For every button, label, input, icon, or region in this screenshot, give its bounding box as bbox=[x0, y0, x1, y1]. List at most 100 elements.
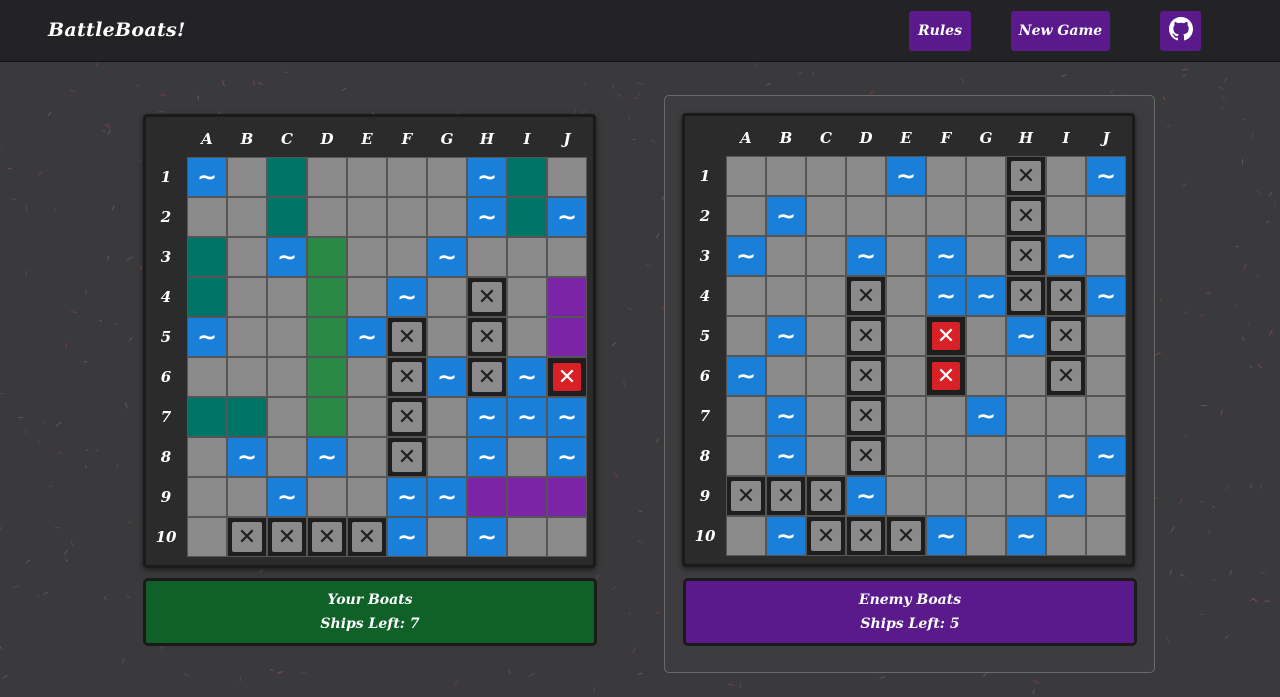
enemy-cell-i5[interactable]: ✕ bbox=[1046, 316, 1086, 356]
enemy-cell-f5[interactable]: ✕ bbox=[926, 316, 966, 356]
enemy-cell-h4[interactable]: ✕ bbox=[1006, 276, 1046, 316]
enemy-cell-h5[interactable]: ~ bbox=[1006, 316, 1046, 356]
enemy-cell-f9[interactable] bbox=[926, 476, 966, 516]
enemy-cell-j3[interactable] bbox=[1086, 236, 1126, 276]
enemy-cell-a9[interactable]: ✕ bbox=[726, 476, 766, 516]
enemy-cell-c5[interactable] bbox=[806, 316, 846, 356]
enemy-cell-d4[interactable]: ✕ bbox=[846, 276, 886, 316]
enemy-cell-c10[interactable]: ✕ bbox=[806, 516, 846, 556]
enemy-cell-e5[interactable] bbox=[886, 316, 926, 356]
enemy-cell-c9[interactable]: ✕ bbox=[806, 476, 846, 516]
enemy-cell-d3[interactable]: ~ bbox=[846, 236, 886, 276]
enemy-cell-b2[interactable]: ~ bbox=[766, 196, 806, 236]
enemy-cell-j9[interactable] bbox=[1086, 476, 1126, 516]
enemy-cell-b7[interactable]: ~ bbox=[766, 396, 806, 436]
enemy-cell-f6[interactable]: ✕ bbox=[926, 356, 966, 396]
enemy-cell-d10[interactable]: ✕ bbox=[846, 516, 886, 556]
enemy-cell-c3[interactable] bbox=[806, 236, 846, 276]
enemy-cell-b8[interactable]: ~ bbox=[766, 436, 806, 476]
enemy-cell-i4[interactable]: ✕ bbox=[1046, 276, 1086, 316]
enemy-cell-h7[interactable] bbox=[1006, 396, 1046, 436]
enemy-cell-e9[interactable] bbox=[886, 476, 926, 516]
enemy-cell-j2[interactable] bbox=[1086, 196, 1126, 236]
enemy-cell-j4[interactable]: ~ bbox=[1086, 276, 1126, 316]
enemy-cell-g9[interactable] bbox=[966, 476, 1006, 516]
enemy-cell-h9[interactable] bbox=[1006, 476, 1046, 516]
enemy-cell-i10[interactable] bbox=[1046, 516, 1086, 556]
enemy-cell-a3[interactable]: ~ bbox=[726, 236, 766, 276]
enemy-cell-h6[interactable] bbox=[1006, 356, 1046, 396]
rules-button[interactable]: Rules bbox=[909, 11, 971, 51]
enemy-cell-j7[interactable] bbox=[1086, 396, 1126, 436]
enemy-cell-a4[interactable] bbox=[726, 276, 766, 316]
enemy-cell-g10[interactable] bbox=[966, 516, 1006, 556]
enemy-cell-b5[interactable]: ~ bbox=[766, 316, 806, 356]
enemy-cell-d7[interactable]: ✕ bbox=[846, 396, 886, 436]
enemy-cell-i9[interactable]: ~ bbox=[1046, 476, 1086, 516]
enemy-cell-d6[interactable]: ✕ bbox=[846, 356, 886, 396]
enemy-cell-d8[interactable]: ✕ bbox=[846, 436, 886, 476]
enemy-cell-b6[interactable] bbox=[766, 356, 806, 396]
enemy-cell-j6[interactable] bbox=[1086, 356, 1126, 396]
enemy-cell-a8[interactable] bbox=[726, 436, 766, 476]
enemy-cell-f2[interactable] bbox=[926, 196, 966, 236]
enemy-cell-d9[interactable]: ~ bbox=[846, 476, 886, 516]
enemy-cell-i7[interactable] bbox=[1046, 396, 1086, 436]
enemy-cell-e1[interactable]: ~ bbox=[886, 156, 926, 196]
enemy-cell-c8[interactable] bbox=[806, 436, 846, 476]
enemy-cell-a5[interactable] bbox=[726, 316, 766, 356]
enemy-cell-g1[interactable] bbox=[966, 156, 1006, 196]
enemy-cell-b3[interactable] bbox=[766, 236, 806, 276]
enemy-cell-h1[interactable]: ✕ bbox=[1006, 156, 1046, 196]
enemy-cell-j5[interactable] bbox=[1086, 316, 1126, 356]
enemy-cell-g5[interactable] bbox=[966, 316, 1006, 356]
enemy-cell-a6[interactable]: ~ bbox=[726, 356, 766, 396]
enemy-cell-f1[interactable] bbox=[926, 156, 966, 196]
enemy-cell-a2[interactable] bbox=[726, 196, 766, 236]
enemy-cell-c2[interactable] bbox=[806, 196, 846, 236]
enemy-cell-g7[interactable]: ~ bbox=[966, 396, 1006, 436]
enemy-cell-d1[interactable] bbox=[846, 156, 886, 196]
enemy-cell-g3[interactable] bbox=[966, 236, 1006, 276]
enemy-cell-f8[interactable] bbox=[926, 436, 966, 476]
enemy-cell-h8[interactable] bbox=[1006, 436, 1046, 476]
enemy-cell-e10[interactable]: ✕ bbox=[886, 516, 926, 556]
enemy-cell-f7[interactable] bbox=[926, 396, 966, 436]
enemy-cell-g4[interactable]: ~ bbox=[966, 276, 1006, 316]
enemy-cell-f4[interactable]: ~ bbox=[926, 276, 966, 316]
enemy-cell-e3[interactable] bbox=[886, 236, 926, 276]
enemy-cell-j8[interactable]: ~ bbox=[1086, 436, 1126, 476]
enemy-cell-g2[interactable] bbox=[966, 196, 1006, 236]
enemy-cell-b10[interactable]: ~ bbox=[766, 516, 806, 556]
enemy-cell-j1[interactable]: ~ bbox=[1086, 156, 1126, 196]
enemy-cell-c4[interactable] bbox=[806, 276, 846, 316]
enemy-cell-i6[interactable]: ✕ bbox=[1046, 356, 1086, 396]
enemy-cell-i8[interactable] bbox=[1046, 436, 1086, 476]
enemy-cell-b4[interactable] bbox=[766, 276, 806, 316]
github-button[interactable] bbox=[1160, 11, 1201, 51]
new-game-button[interactable]: New Game bbox=[1011, 11, 1110, 51]
enemy-cell-h2[interactable]: ✕ bbox=[1006, 196, 1046, 236]
enemy-cell-a7[interactable] bbox=[726, 396, 766, 436]
enemy-cell-e6[interactable] bbox=[886, 356, 926, 396]
enemy-cell-e8[interactable] bbox=[886, 436, 926, 476]
enemy-cell-e4[interactable] bbox=[886, 276, 926, 316]
enemy-cell-e2[interactable] bbox=[886, 196, 926, 236]
enemy-cell-g8[interactable] bbox=[966, 436, 1006, 476]
enemy-cell-g6[interactable] bbox=[966, 356, 1006, 396]
enemy-cell-c1[interactable] bbox=[806, 156, 846, 196]
enemy-cell-c6[interactable] bbox=[806, 356, 846, 396]
enemy-cell-h10[interactable]: ~ bbox=[1006, 516, 1046, 556]
enemy-cell-c7[interactable] bbox=[806, 396, 846, 436]
enemy-cell-a1[interactable] bbox=[726, 156, 766, 196]
enemy-cell-f10[interactable]: ~ bbox=[926, 516, 966, 556]
enemy-cell-d2[interactable] bbox=[846, 196, 886, 236]
enemy-cell-j10[interactable] bbox=[1086, 516, 1126, 556]
enemy-cell-d5[interactable]: ✕ bbox=[846, 316, 886, 356]
enemy-cell-b1[interactable] bbox=[766, 156, 806, 196]
enemy-cell-i2[interactable] bbox=[1046, 196, 1086, 236]
enemy-cell-a10[interactable] bbox=[726, 516, 766, 556]
enemy-cell-e7[interactable] bbox=[886, 396, 926, 436]
enemy-cell-i1[interactable] bbox=[1046, 156, 1086, 196]
enemy-cell-f3[interactable]: ~ bbox=[926, 236, 966, 276]
